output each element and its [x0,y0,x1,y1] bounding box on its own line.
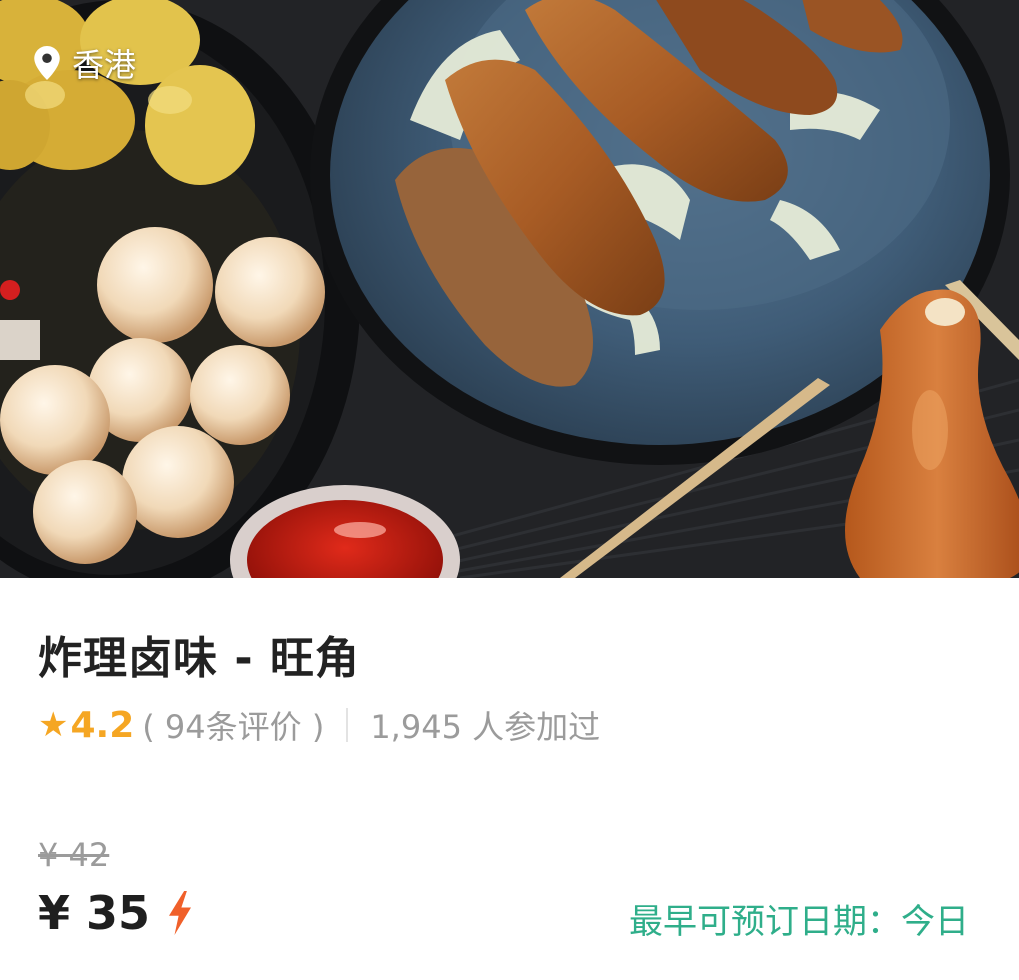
current-price: ¥ 35 [38,886,151,940]
product-title[interactable]: 炸理卤味 - 旺角 [38,622,360,686]
product-photo[interactable]: 香港 [0,0,1019,578]
location-badge: 香港 [34,40,136,86]
divider [346,708,349,742]
rating-row: ★ 4.2 ( 94条评价 ) 1,945 人参加过 [38,702,600,748]
original-price: ¥ 42 [38,836,110,874]
product-card[interactable]: 香港 炸理卤味 - 旺角 ★ 4.2 ( 94条评价 ) 1,945 人参加过 … [0,0,1019,980]
food-photo-image [0,0,1019,578]
review-count[interactable]: ( 94条评价 ) [142,702,324,748]
star-icon: ★ [38,705,69,745]
earliest-booking-date: 最早可预订日期：今日 [629,902,969,942]
lightning-bolt-icon [169,891,192,935]
map-pin-icon [34,46,60,80]
participant-count: 1,945 人参加过 [370,708,601,746]
product-info: 炸理卤味 - 旺角 ★ 4.2 ( 94条评价 ) 1,945 人参加过 ¥ 4… [0,578,1019,980]
rating-score: 4.2 [70,704,135,746]
price-row: ¥ 35 [38,886,194,940]
location-label: 香港 [72,46,137,84]
